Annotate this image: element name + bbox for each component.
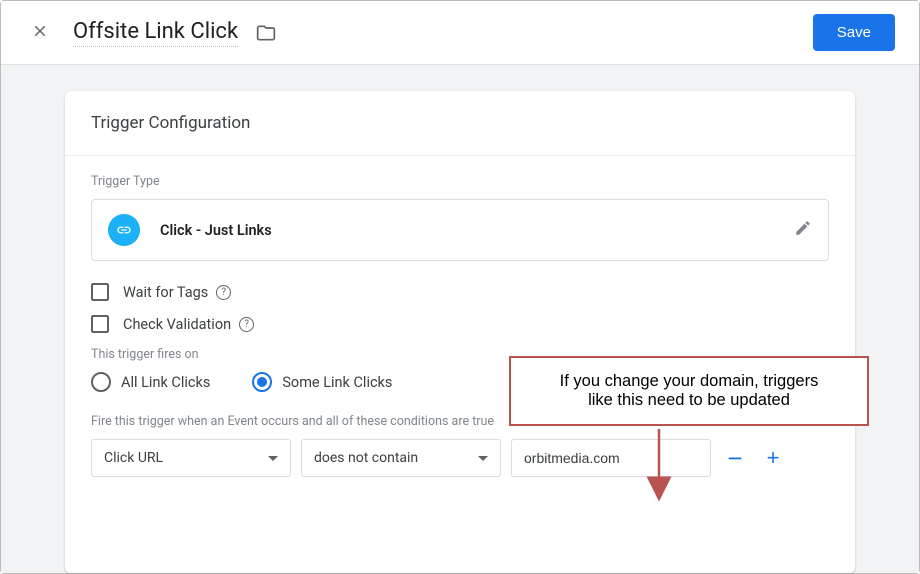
radio-some-label: Some Link Clicks — [282, 374, 392, 391]
save-button[interactable]: Save — [813, 14, 895, 51]
radio-all-link-clicks[interactable]: All Link Clicks — [91, 372, 210, 392]
card-title: Trigger Configuration — [65, 91, 855, 156]
edit-icon[interactable] — [794, 219, 812, 241]
folder-icon[interactable] — [256, 23, 276, 43]
wait-for-tags-checkbox[interactable] — [91, 283, 109, 301]
callout-line2: like this need to be updated — [531, 391, 847, 410]
trigger-type-value: Click - Just Links — [160, 222, 272, 239]
condition-variable-value: Click URL — [104, 450, 163, 466]
help-icon[interactable]: ? — [239, 317, 254, 332]
annotation-callout: If you change your domain, triggers like… — [509, 356, 869, 426]
chevron-down-icon — [268, 456, 278, 461]
close-button[interactable] — [25, 14, 55, 52]
callout-line1: If you change your domain, triggers — [531, 372, 847, 391]
add-condition-button[interactable]: + — [759, 445, 787, 471]
condition-variable-select[interactable]: Click URL — [91, 439, 291, 477]
check-validation-checkbox[interactable] — [91, 315, 109, 333]
chevron-down-icon — [478, 456, 488, 461]
condition-value-input[interactable] — [511, 439, 711, 477]
radio-some-link-clicks[interactable]: Some Link Clicks — [252, 372, 392, 392]
check-validation-label: Check Validation — [123, 316, 231, 333]
condition-operator-value: does not contain — [314, 450, 418, 466]
trigger-type-row[interactable]: Click - Just Links — [91, 199, 829, 261]
trigger-type-label: Trigger Type — [91, 174, 829, 189]
wait-for-tags-label: Wait for Tags — [123, 284, 208, 301]
page-title[interactable]: Offsite Link Click — [73, 19, 238, 47]
annotation-arrow — [644, 429, 674, 509]
remove-condition-button[interactable]: − — [721, 451, 749, 465]
condition-operator-select[interactable]: does not contain — [301, 439, 501, 477]
radio-all-label: All Link Clicks — [121, 374, 210, 391]
config-card: Trigger Configuration Trigger Type Click… — [65, 91, 855, 573]
help-icon[interactable]: ? — [216, 285, 231, 300]
link-icon — [108, 214, 140, 246]
